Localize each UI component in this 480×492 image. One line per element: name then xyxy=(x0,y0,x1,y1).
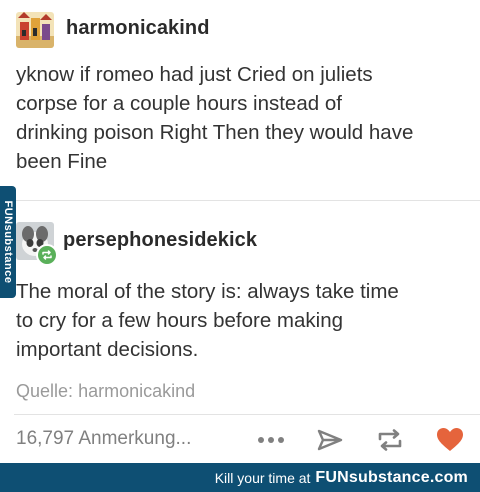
share-send-icon xyxy=(317,429,343,451)
footer-brand[interactable]: FUNsubstance.com xyxy=(315,469,468,487)
more-dots-icon xyxy=(258,437,284,443)
original-username[interactable]: harmonicakind xyxy=(66,17,210,40)
original-post-text: yknow if romeo had just Cried on juliets… xyxy=(16,60,413,176)
heart-icon xyxy=(437,428,463,451)
reblog-badge xyxy=(36,244,58,266)
source-label: Quelle: xyxy=(16,381,74,401)
more-button[interactable] xyxy=(254,424,288,456)
post-divider xyxy=(14,200,480,201)
reblog-button[interactable] xyxy=(372,424,408,456)
source-link[interactable]: harmonicakind xyxy=(78,381,195,401)
reblog-icon xyxy=(378,429,402,451)
side-watermark: FUNsubstance xyxy=(0,186,16,298)
footer-divider xyxy=(14,414,480,415)
reblog-badge-icon xyxy=(42,250,52,260)
notes-count[interactable]: 16,797 Anmerkung... xyxy=(16,428,191,450)
side-watermark-text: FUNsubstance xyxy=(2,200,14,284)
reblog-username[interactable]: persephonesidekick xyxy=(63,229,257,252)
like-button[interactable] xyxy=(432,424,468,456)
reblog-text-line: The moral of the story is: always take t… xyxy=(16,280,399,303)
castle-avatar-icon xyxy=(16,12,54,48)
reblog-text-line: to cry for a few hours before making xyxy=(16,309,344,332)
share-button[interactable] xyxy=(313,424,347,456)
original-text-line: drinking poison Right Then they would ha… xyxy=(16,121,414,144)
original-text-line: yknow if romeo had just Cried on juliets xyxy=(16,63,373,86)
footer-tagline: Kill your time at xyxy=(214,469,311,486)
reblog-text: The moral of the story is: always take t… xyxy=(16,277,399,364)
original-text-line: corpse for a couple hours instead of xyxy=(16,92,342,115)
source-attribution: Quelle: harmonicakind xyxy=(16,381,195,402)
reblog-text-line: important decisions. xyxy=(16,338,199,361)
harmonicakind-avatar[interactable] xyxy=(16,12,54,48)
footer-banner: Kill your time at FUNsubstance.com xyxy=(0,463,480,492)
original-text-line: been Fine xyxy=(16,150,108,173)
